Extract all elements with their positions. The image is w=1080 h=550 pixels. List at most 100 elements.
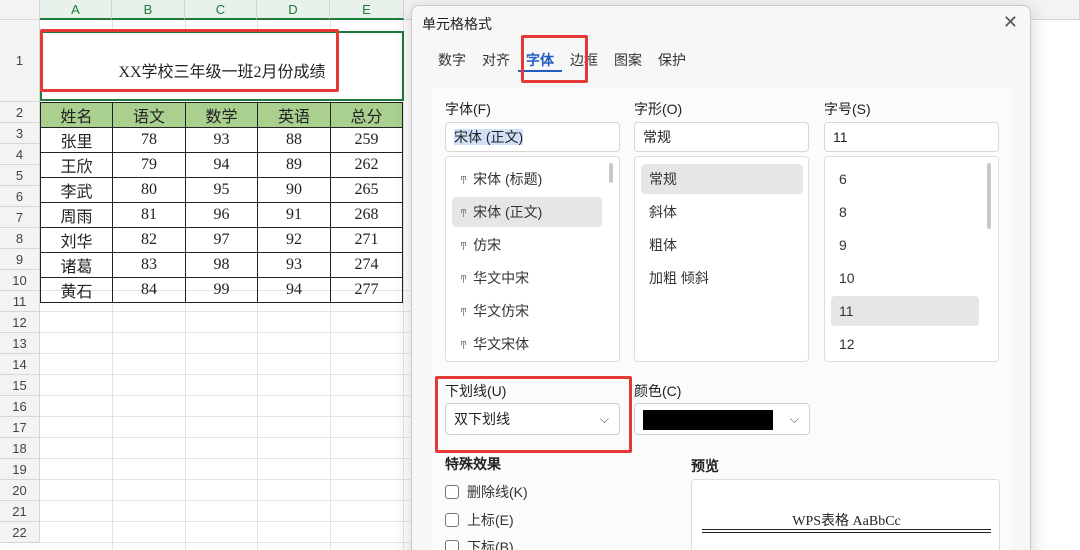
cell[interactable]: 277: [330, 277, 403, 303]
row-header-2[interactable]: 2: [0, 102, 40, 123]
row-header-14[interactable]: 14: [0, 354, 40, 375]
row-header-22[interactable]: 22: [0, 522, 40, 543]
row-header-18[interactable]: 18: [0, 438, 40, 459]
cell[interactable]: 94: [185, 152, 258, 178]
header-cell[interactable]: 语文: [112, 102, 186, 128]
list-item[interactable]: 6: [831, 164, 979, 194]
list-item[interactable]: 10: [831, 263, 979, 293]
column-header-e[interactable]: E: [330, 0, 404, 20]
font-size-input[interactable]: 11: [824, 122, 999, 152]
tab-pattern[interactable]: 图案: [606, 48, 650, 72]
cell[interactable]: 王欣: [40, 152, 113, 178]
list-item[interactable]: ͳ 华文仿宋: [452, 296, 602, 326]
cell[interactable]: 99: [185, 277, 258, 303]
row-header-6[interactable]: 6: [0, 186, 40, 207]
cell[interactable]: 93: [185, 127, 258, 153]
row-header-5[interactable]: 5: [0, 165, 40, 186]
column-header-a[interactable]: A: [40, 0, 112, 20]
cell[interactable]: 82: [112, 227, 186, 253]
row-header-1[interactable]: 1: [0, 20, 40, 102]
cell[interactable]: 88: [257, 127, 331, 153]
cell[interactable]: 90: [257, 177, 331, 203]
list-item[interactable]: ͳ 华文中宋: [452, 263, 602, 293]
cell[interactable]: 84: [112, 277, 186, 303]
row-header-16[interactable]: 16: [0, 396, 40, 417]
row-header-4[interactable]: 4: [0, 144, 40, 165]
cell[interactable]: 94: [257, 277, 331, 303]
list-item[interactable]: ͳ 宋体 (标题): [452, 164, 602, 194]
list-item[interactable]: 斜体: [641, 197, 803, 227]
tab-font[interactable]: 字体: [518, 48, 562, 72]
cell[interactable]: 周雨: [40, 202, 113, 228]
cell[interactable]: 81: [112, 202, 186, 228]
cell[interactable]: 91: [257, 202, 331, 228]
font-style-input[interactable]: 常规: [634, 122, 809, 152]
cell[interactable]: 83: [112, 252, 186, 278]
column-header-c[interactable]: C: [185, 0, 257, 20]
list-item[interactable]: 粗体: [641, 230, 803, 260]
cell[interactable]: 96: [185, 202, 258, 228]
column-header-b[interactable]: B: [112, 0, 185, 20]
font-family-input[interactable]: 宋体 (正文): [445, 122, 620, 152]
list-item[interactable]: ͳ 仿宋: [452, 230, 602, 260]
header-cell[interactable]: 总分: [330, 102, 403, 128]
list-item[interactable]: 9: [831, 230, 979, 260]
underline-select[interactable]: 双下划线 ⌵: [445, 403, 620, 435]
header-cell[interactable]: 姓名: [40, 102, 113, 128]
cell[interactable]: 95: [185, 177, 258, 203]
header-cell[interactable]: 英语: [257, 102, 331, 128]
list-item[interactable]: 12: [831, 329, 979, 359]
list-item[interactable]: 11: [831, 296, 979, 326]
list-item[interactable]: ͳ 宋体 (正文): [452, 197, 602, 227]
superscript-checkbox[interactable]: 上标(E): [445, 510, 514, 530]
cell[interactable]: 271: [330, 227, 403, 253]
cell[interactable]: 259: [330, 127, 403, 153]
row-header-15[interactable]: 15: [0, 375, 40, 396]
column-header-d[interactable]: D: [257, 0, 330, 20]
header-cell[interactable]: 数学: [185, 102, 258, 128]
row-header-7[interactable]: 7: [0, 207, 40, 228]
row-header-9[interactable]: 9: [0, 249, 40, 270]
select-all-corner[interactable]: [0, 0, 40, 20]
tab-border[interactable]: 边框: [562, 48, 606, 72]
row-header-11[interactable]: 11: [0, 291, 40, 312]
font-style-list[interactable]: 常规 斜体 粗体 加粗 倾斜: [634, 156, 809, 362]
cell[interactable]: 97: [185, 227, 258, 253]
row-header-12[interactable]: 12: [0, 312, 40, 333]
merged-title-cell[interactable]: XX学校三年级一班2月份成绩: [40, 31, 404, 101]
color-select[interactable]: ⌵: [634, 403, 810, 435]
tab-alignment[interactable]: 对齐: [474, 48, 518, 72]
cell[interactable]: 79: [112, 152, 186, 178]
cell[interactable]: 274: [330, 252, 403, 278]
checkbox-box[interactable]: [445, 513, 459, 527]
row-header-19[interactable]: 19: [0, 459, 40, 480]
checkbox-box[interactable]: [445, 540, 459, 550]
cell[interactable]: 98: [185, 252, 258, 278]
row-header-21[interactable]: 21: [0, 501, 40, 522]
checkbox-box[interactable]: [445, 485, 459, 499]
cell[interactable]: 黄石: [40, 277, 113, 303]
row-header-20[interactable]: 20: [0, 480, 40, 501]
cell[interactable]: 78: [112, 127, 186, 153]
tab-number[interactable]: 数字: [430, 48, 474, 72]
tab-protection[interactable]: 保护: [650, 48, 694, 72]
cell[interactable]: 张里: [40, 127, 113, 153]
strikethrough-checkbox[interactable]: 删除线(K): [445, 482, 528, 502]
font-size-list[interactable]: 6 8 9 10 11 12: [824, 156, 999, 362]
cell[interactable]: 89: [257, 152, 331, 178]
cell[interactable]: 265: [330, 177, 403, 203]
list-item[interactable]: 常规: [641, 164, 803, 194]
list-item[interactable]: 8: [831, 197, 979, 227]
cell[interactable]: 93: [257, 252, 331, 278]
row-header-10[interactable]: 10: [0, 270, 40, 291]
subscript-checkbox[interactable]: 下标(B): [445, 537, 514, 550]
cell[interactable]: 诸葛: [40, 252, 113, 278]
scrollbar-thumb[interactable]: [609, 163, 613, 183]
close-icon[interactable]: ✕: [1003, 12, 1018, 33]
list-item[interactable]: 加粗 倾斜: [641, 263, 803, 293]
cell[interactable]: 268: [330, 202, 403, 228]
cell[interactable]: 80: [112, 177, 186, 203]
cell[interactable]: 李武: [40, 177, 113, 203]
cell[interactable]: 刘华: [40, 227, 113, 253]
row-header-17[interactable]: 17: [0, 417, 40, 438]
